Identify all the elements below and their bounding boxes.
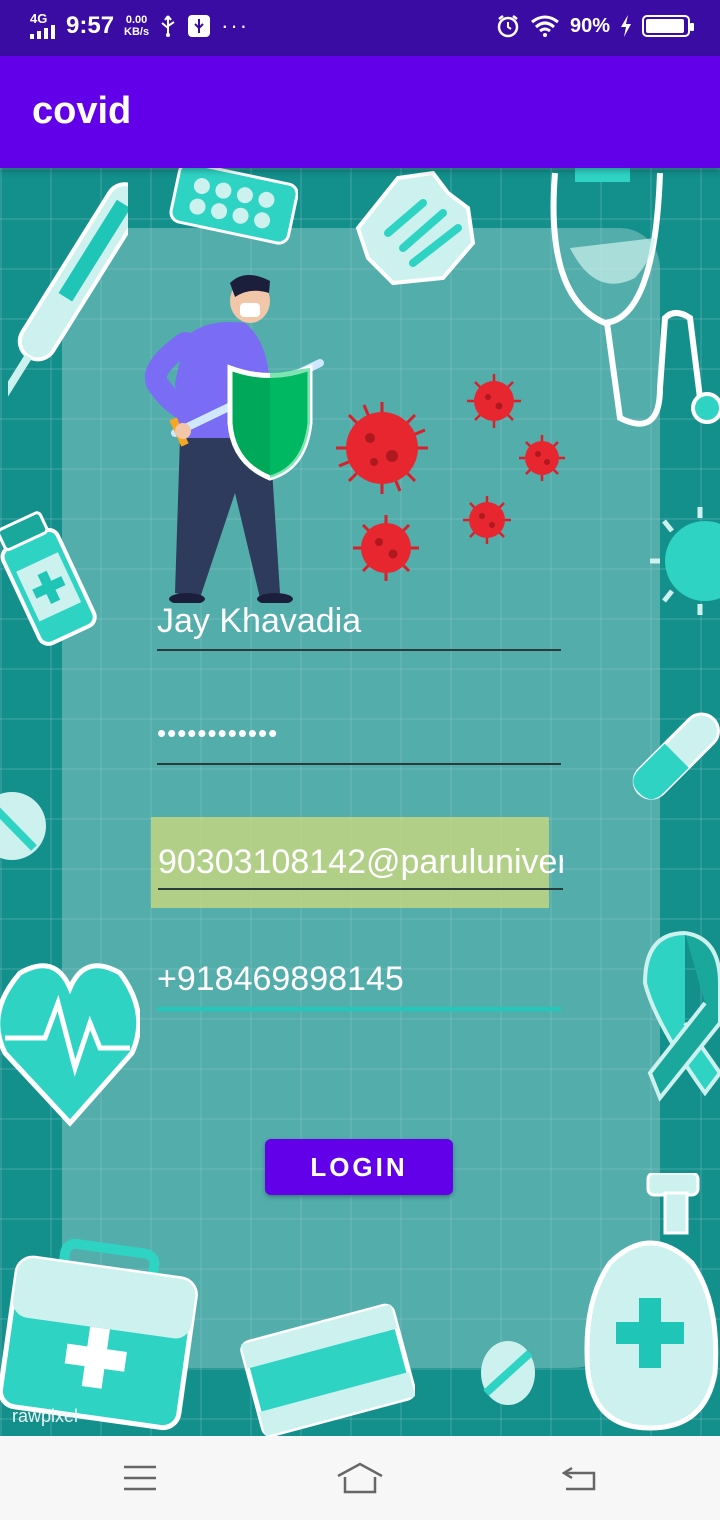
email-field[interactable]: 90303108142@paruluniversity.ac.in: [158, 843, 563, 882]
network-type: 4G: [30, 11, 48, 26]
virus-icon: [353, 515, 419, 581]
virus-icon: [463, 496, 511, 544]
ribbon-icon: [642, 931, 720, 1102]
glove-icon: [355, 170, 476, 286]
phone-input-value: +918469898145: [157, 960, 404, 998]
name-field-underline: [157, 649, 561, 651]
alarm-icon: [497, 15, 519, 38]
pill-left-icon: [0, 792, 46, 860]
wifi-icon: [531, 15, 559, 37]
heart-monitor-icon: [0, 963, 140, 1127]
pill-jar-icon: [240, 1303, 415, 1436]
usb-icon: [161, 15, 175, 37]
sanitizer-bottle-icon: [584, 1173, 719, 1431]
pill-bottom-icon: [481, 1341, 535, 1405]
name-field[interactable]: Jay Khavadia: [157, 602, 561, 651]
speed-unit: KB/s: [124, 26, 150, 38]
home-button[interactable]: [330, 1456, 390, 1500]
home-icon: [337, 1462, 383, 1494]
pill-pack-icon: [169, 168, 298, 245]
status-bar: 4G 9:57 0.00 KB/s ··· 90%: [0, 0, 720, 56]
login-button[interactable]: LOGIN: [265, 1139, 453, 1195]
charging-icon: [621, 15, 631, 37]
person-with-shield-illustration: [145, 274, 324, 603]
app-title: covid: [32, 90, 132, 132]
app-screen: 4G 9:57 0.00 KB/s ··· 90% covid Jay Khav…: [0, 0, 720, 1520]
email-field-underline: [158, 888, 563, 890]
capsule-icon: [632, 712, 720, 800]
network-speed: 0.00 KB/s: [124, 14, 149, 38]
signal-icon: 4G: [30, 11, 56, 39]
back-button[interactable]: [550, 1456, 610, 1500]
virus-icon: [519, 435, 565, 481]
medicine-bottle-icon: [0, 511, 97, 646]
virus-icon: [467, 374, 521, 428]
password-input-value: ••••••••••••: [157, 718, 279, 748]
thermometer-icon: [8, 182, 128, 402]
name-input-value: Jay Khavadia: [157, 602, 362, 640]
phone-field-underline-focused: [157, 1007, 561, 1011]
clock: 9:57: [66, 12, 115, 39]
more-notifications: ···: [221, 13, 250, 38]
menu-button[interactable]: [110, 1456, 170, 1500]
stethoscope-icon: [550, 168, 720, 427]
password-field-underline: [157, 763, 561, 765]
password-field[interactable]: ••••••••••••: [157, 718, 561, 765]
battery-icon: [642, 15, 694, 37]
status-left: 4G 9:57 0.00 KB/s ···: [30, 12, 249, 40]
menu-icon: [124, 1465, 156, 1491]
login-content: Jay Khavadia •••••••••••• 90303108142@pa…: [0, 168, 720, 1436]
navigation-bar: [0, 1436, 720, 1520]
virus-icon: [336, 402, 428, 494]
phone-field[interactable]: +918469898145: [157, 960, 561, 1011]
back-icon: [562, 1466, 596, 1491]
app-bar: covid: [0, 56, 720, 168]
speed-value: 0.00: [125, 14, 148, 26]
virus-outline-icon: [650, 507, 720, 615]
rawpixel-credit: rawpixel: [12, 1406, 79, 1426]
battery-percent: 90%: [569, 14, 610, 37]
status-right: 90%: [496, 14, 694, 38]
usb-debug-icon: [188, 15, 211, 37]
first-aid-kit-icon: [0, 1238, 198, 1431]
